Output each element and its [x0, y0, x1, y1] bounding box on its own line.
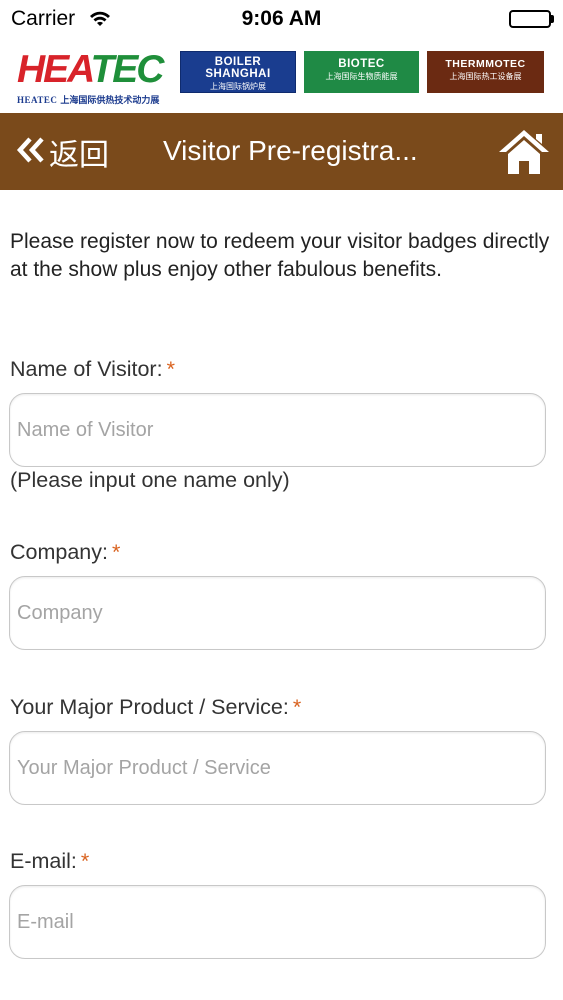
status-bar: Carrier 9:06 AM: [0, 0, 563, 40]
navigation-bar: 返回 Visitor Pre-registra...: [0, 113, 563, 190]
page-title: Visitor Pre-registra...: [163, 135, 418, 166]
heatec-wordmark: HEATEC: [17, 48, 164, 91]
back-button[interactable]: 返回: [15, 132, 109, 173]
company-label: Company: *: [10, 540, 121, 564]
biotec-logo: BIOTEC 上海国际生物质能展: [304, 51, 419, 93]
email-input[interactable]: [9, 885, 546, 959]
boiler-shanghai-logo: BOILER SHANGHAI 上海国际锅炉展: [180, 51, 296, 93]
name-of-visitor-label: Name of Visitor: *: [10, 357, 175, 381]
exhibition-brand-strip: HEATEC HEATEC 上海国际供热技术动力展 BOILER SHANGHAI…: [0, 40, 563, 113]
battery-tip: [551, 15, 554, 23]
home-icon: [497, 130, 551, 180]
status-time: 9:06 AM: [241, 7, 322, 30]
required-marker: *: [292, 695, 302, 719]
back-label: 返回: [49, 138, 109, 173]
required-marker: *: [112, 540, 121, 564]
major-product-service-input[interactable]: [9, 731, 546, 805]
thermmotec-logo: THERMMOTEC 上海国际热工设备展: [427, 51, 544, 93]
double-chevron-left-icon: [15, 135, 45, 170]
required-marker: *: [80, 849, 90, 873]
home-button[interactable]: [497, 128, 551, 176]
intro-text: Please register now to redeem your visit…: [10, 230, 550, 281]
name-hint: (Please input one name only): [10, 468, 290, 492]
major-product-service-label: Your Major Product / Service: *: [10, 695, 302, 719]
heatec-logo: HEATEC HEATEC 上海国际供热技术动力展: [17, 50, 167, 108]
battery-icon: [509, 10, 551, 28]
heatec-subtitle: HEATEC 上海国际供热技术动力展: [17, 95, 160, 105]
required-marker: *: [166, 357, 175, 381]
email-label: E-mail: *: [10, 849, 90, 873]
name-of-visitor-input[interactable]: [9, 393, 546, 467]
company-input[interactable]: [9, 576, 546, 650]
